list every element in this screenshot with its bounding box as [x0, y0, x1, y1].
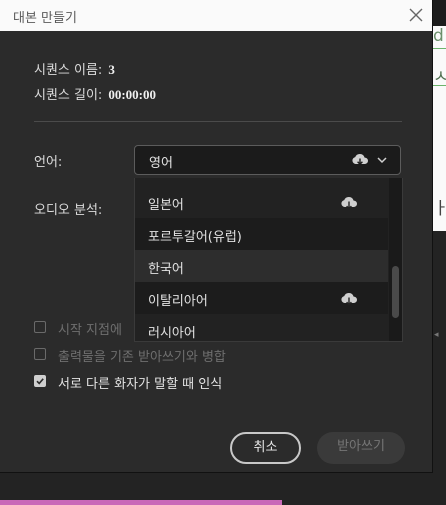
create-transcript-dialog: 대본 만들기 시퀀스 이름: 3 시퀀스 길이: 00:00:00 언어: 오디오 … [0, 0, 432, 472]
background-text: d [433, 26, 444, 46]
sequence-length-label: 시퀀스 길이: [34, 88, 103, 103]
close-icon [409, 8, 423, 22]
language-select-value: 영어 [149, 156, 173, 171]
dialog-titlebar: 대본 만들기 [0, 0, 432, 31]
list-item-label: 이탈리아어 [148, 294, 208, 309]
timeline-clip-bar [0, 500, 282, 505]
cloud-download-icon [341, 197, 358, 210]
language-select[interactable]: 영어 [134, 145, 401, 175]
transcribe-button[interactable]: 받아쓰기 [317, 432, 405, 464]
background-divider [432, 48, 446, 49]
list-item-korean[interactable]: 한국어 [135, 250, 388, 282]
sequence-name-row: 시퀀스 이름: 3 [34, 59, 115, 78]
sequence-name-value: 3 [108, 62, 115, 77]
background-text: ㅅ [433, 67, 446, 87]
list-item-label: 일본어 [148, 198, 184, 213]
list-item-label: 한국어 [148, 262, 184, 277]
list-item-label: 러시아어 [148, 326, 196, 341]
cloud-download-icon [352, 154, 369, 166]
section-divider [34, 121, 402, 122]
checkbox-label: 서로 다른 화자가 말할 때 인식 [58, 377, 223, 392]
checkbox-label: 출력물을 기존 받아쓰기와 병합 [58, 350, 226, 365]
sequence-length-value: 00:00:00 [108, 87, 156, 102]
list-item-japanese[interactable]: 일본어 [135, 186, 388, 218]
background-text: ㅏ [433, 199, 446, 219]
sequence-name-label: 시퀀스 이름: [34, 63, 103, 78]
chevron-down-icon [377, 157, 387, 164]
close-button[interactable] [406, 5, 426, 25]
dialog-title: 대본 만들기 [13, 11, 77, 26]
language-dropdown-list: 일본어 포르투갈어(유럽) 한국어 이탈리아어 러시아어 [134, 178, 403, 342]
cloud-download-icon [341, 293, 358, 306]
scrollbar-thumb[interactable] [392, 266, 399, 318]
checkbox-label: 시작 지점에 [58, 323, 122, 338]
sequence-length-row: 시퀀스 길이: 00:00:00 [34, 84, 156, 103]
dropdown-scrollbar[interactable] [389, 178, 402, 341]
list-item-russian[interactable]: 러시아어 [135, 314, 388, 341]
checkbox-box [34, 375, 46, 387]
list-item-portuguese-europe[interactable]: 포르투갈어(유럽) [135, 218, 388, 250]
list-item-italian[interactable]: 이탈리아어 [135, 282, 388, 314]
audio-analysis-label: 오디오 분석: [34, 203, 103, 218]
background-divider [432, 85, 446, 86]
checkmark-icon [36, 378, 44, 385]
checkbox-box [34, 348, 46, 360]
list-item-label: 포르투갈어(유럽) [148, 230, 242, 245]
checkbox-box [34, 321, 46, 333]
cancel-button[interactable]: 취소 [230, 432, 301, 464]
language-label: 언어: [34, 155, 63, 170]
resize-handle-icon: ◂ [434, 330, 439, 340]
